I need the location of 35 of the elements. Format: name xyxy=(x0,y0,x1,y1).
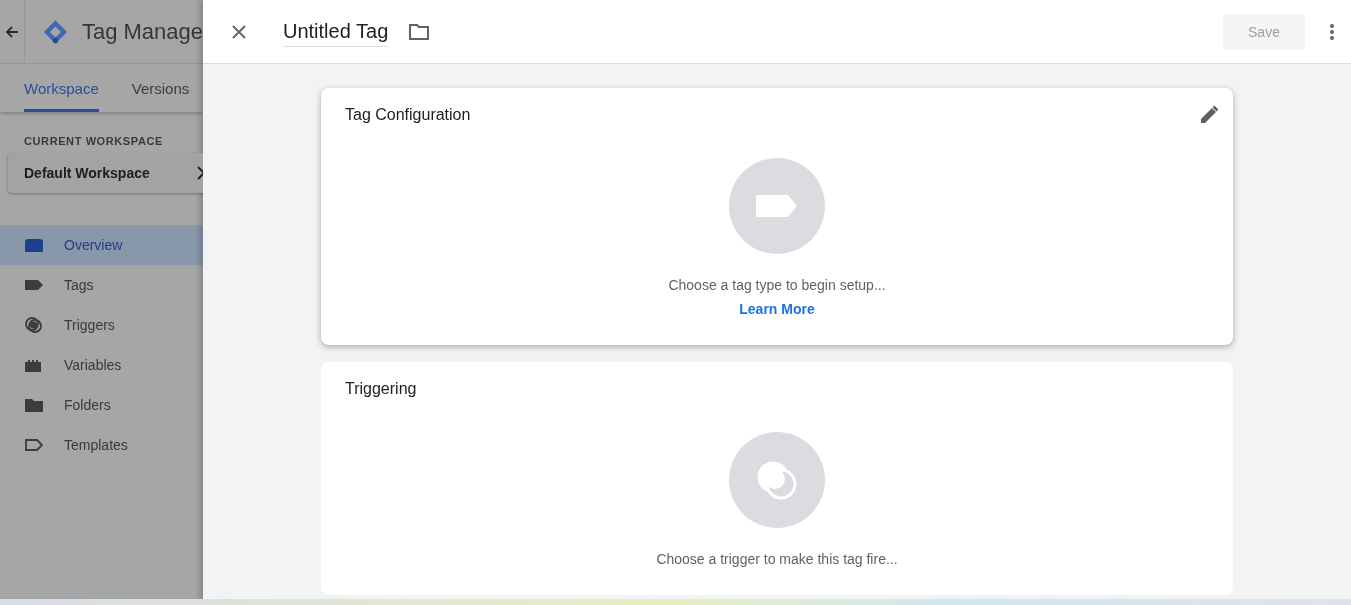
nav-label: Triggers xyxy=(64,317,115,333)
more-menu-icon[interactable] xyxy=(1329,22,1335,41)
nav-item[interactable]: Tags xyxy=(0,265,203,305)
tab[interactable]: Workspace xyxy=(24,64,99,112)
tag-icon xyxy=(24,277,44,293)
hint-text: Choose a tag type to begin setup... xyxy=(668,277,886,293)
nav-label: Folders xyxy=(64,397,111,413)
hint-text: Choose a trigger to make this tag fire... xyxy=(656,551,898,567)
nav-label: Templates xyxy=(64,437,128,453)
pencil-icon[interactable] xyxy=(1199,105,1219,125)
tag-name-field[interactable]: Untitled Tag xyxy=(283,16,389,47)
nav-item[interactable]: Variables xyxy=(0,345,203,385)
learn-more-link[interactable]: Learn More xyxy=(739,301,815,317)
nav-item[interactable]: Folders xyxy=(0,385,203,425)
card-title: Triggering xyxy=(345,380,417,398)
nav-label: Overview xyxy=(64,237,123,253)
back-arrow-icon[interactable] xyxy=(5,24,20,39)
section-label: CURRENT WORKSPACE xyxy=(24,135,164,147)
chevron-icon xyxy=(196,166,203,180)
nav-item[interactable]: Triggers xyxy=(0,305,203,345)
folder-icon[interactable] xyxy=(408,22,431,41)
close-icon[interactable] xyxy=(231,23,247,40)
nav-item[interactable]: Templates xyxy=(0,425,203,465)
folder-icon xyxy=(24,397,44,413)
tag-outline-icon xyxy=(24,437,44,453)
nav-label: Tags xyxy=(64,277,94,293)
app-title: Tag Manage xyxy=(81,18,203,45)
circles-icon xyxy=(24,317,44,333)
briefcase-icon xyxy=(24,237,44,253)
tab[interactable]: Versions xyxy=(131,64,190,112)
nav-label: Variables xyxy=(64,357,122,373)
card-title: Tag Configuration xyxy=(345,106,471,124)
nav-item[interactable]: Overview xyxy=(0,225,203,265)
blocks-icon xyxy=(24,357,44,373)
workspace-selector[interactable]: Default Workspace xyxy=(8,153,203,193)
